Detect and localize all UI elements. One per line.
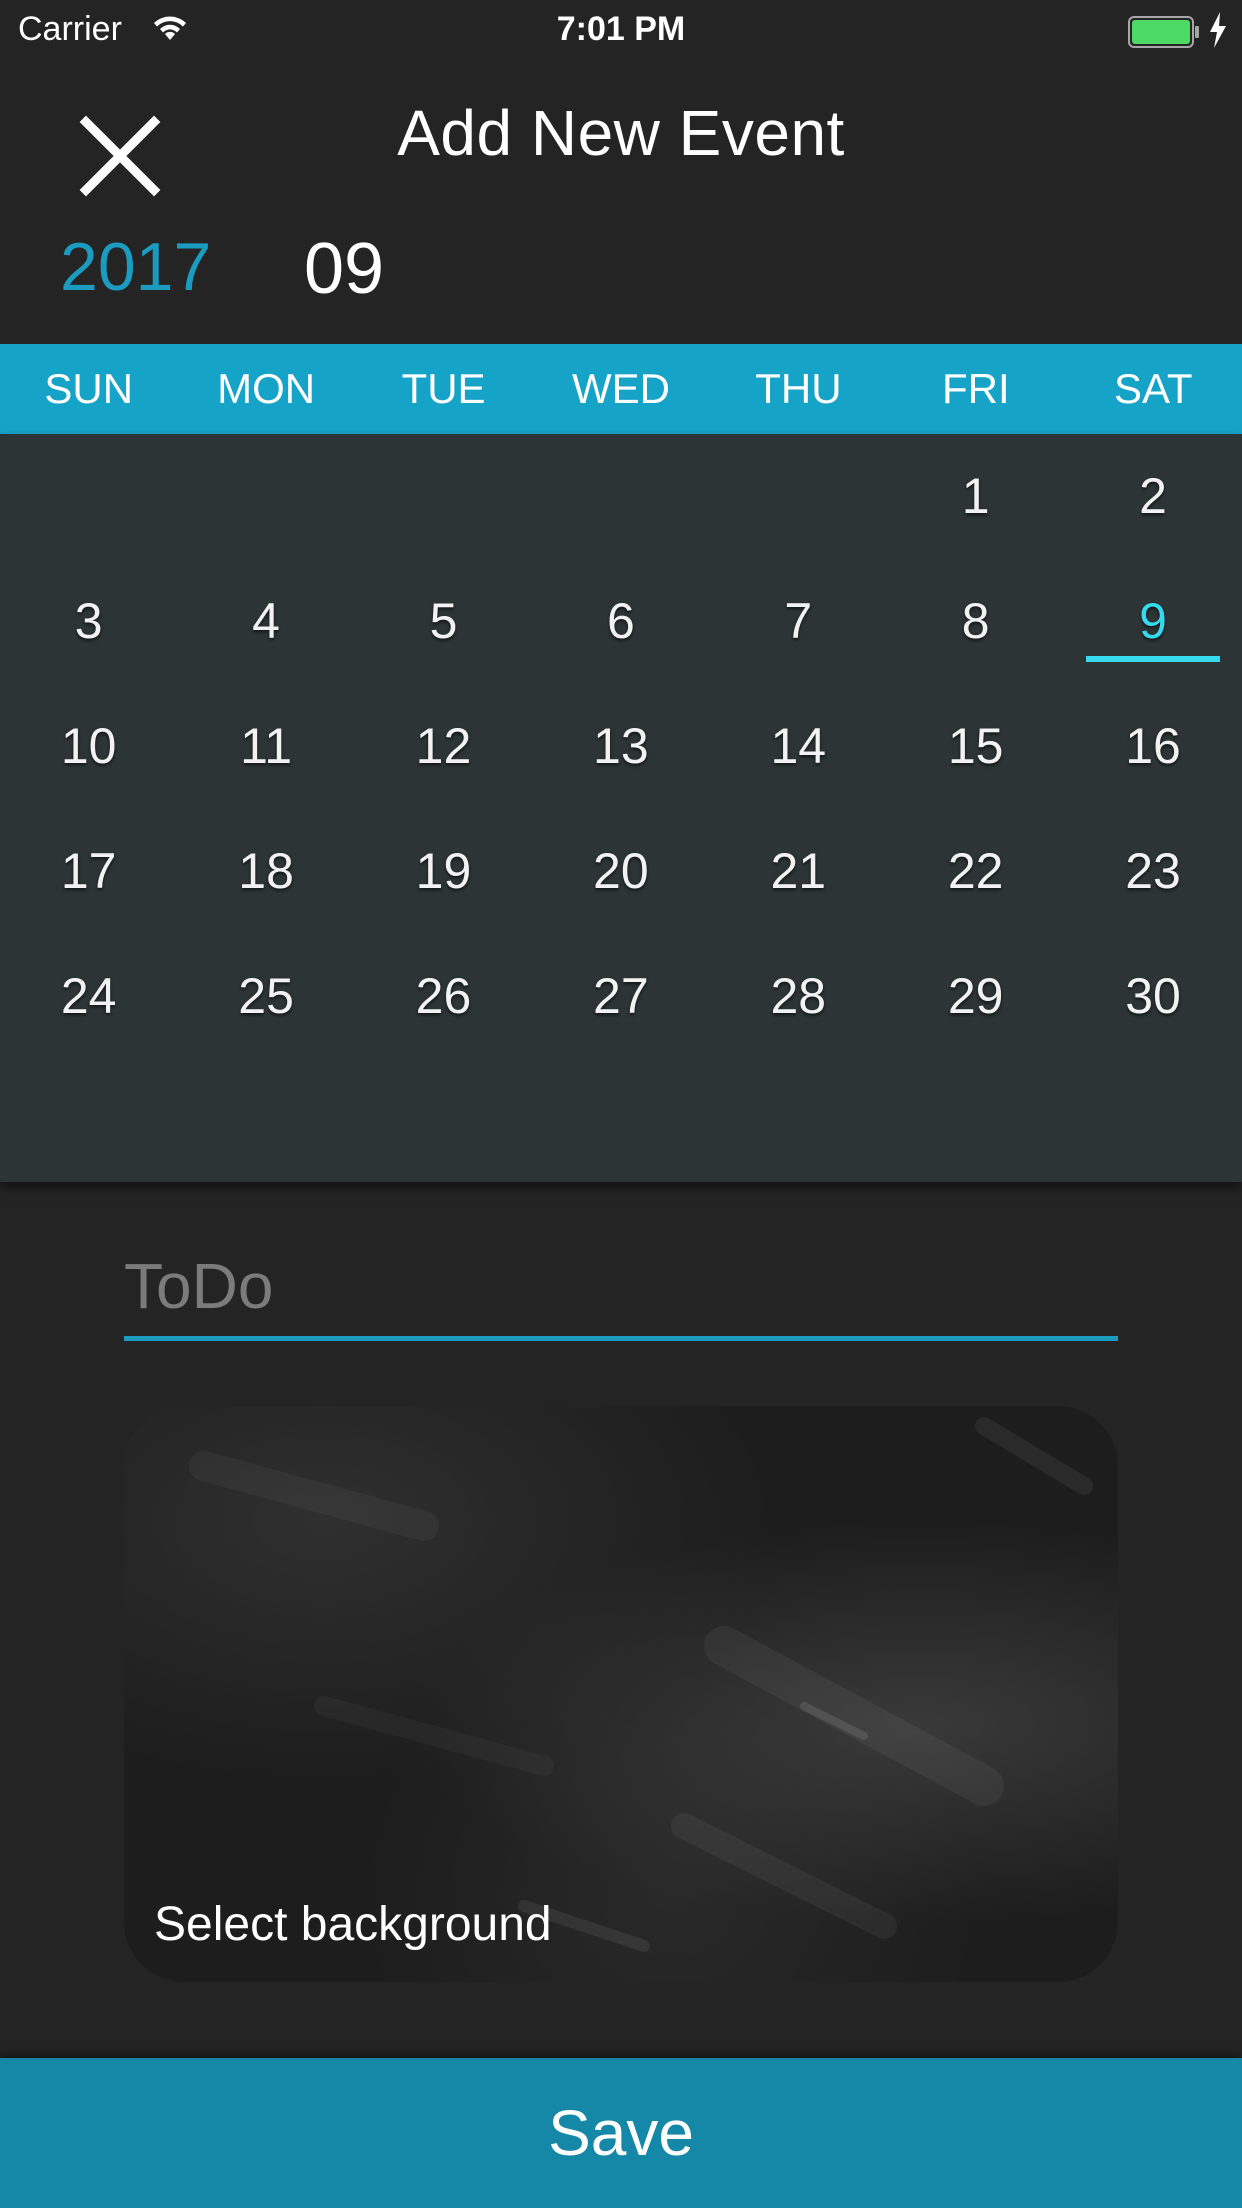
todo-field bbox=[124, 1240, 1118, 1341]
selected-day-underline bbox=[1086, 656, 1220, 662]
day-cell-empty bbox=[177, 434, 354, 559]
day-cell-empty bbox=[0, 434, 177, 559]
month-selector[interactable]: 09 bbox=[304, 228, 384, 310]
weekday-sat: SAT bbox=[1113, 365, 1193, 412]
week-row-3: 10 11 12 13 14 15 16 bbox=[0, 684, 1242, 809]
day-cell-30[interactable]: 30 bbox=[1064, 934, 1241, 1059]
day-cell-5[interactable]: 5 bbox=[355, 559, 532, 684]
week-row-5: 24 25 26 27 28 29 30 bbox=[0, 934, 1242, 1059]
status-bar: Carrier 7:01 PM bbox=[0, 0, 1242, 62]
select-background-card[interactable]: Select background bbox=[124, 1406, 1118, 1982]
day-cell-17[interactable]: 17 bbox=[0, 809, 177, 934]
chalkboard-texture-image bbox=[189, 1417, 1093, 1952]
week-row-4: 17 18 19 20 21 22 23 bbox=[0, 809, 1242, 934]
day-cell-empty bbox=[355, 434, 532, 559]
day-cell-22[interactable]: 22 bbox=[887, 809, 1064, 934]
weekday-thu: THU bbox=[755, 365, 842, 412]
day-cell-9-selected[interactable]: 9 bbox=[1064, 559, 1241, 684]
weekday-header: SUN MON TUE WED THU FRI SAT bbox=[0, 344, 1242, 434]
day-cell-11[interactable]: 11 bbox=[177, 684, 354, 809]
battery-icon bbox=[1128, 16, 1200, 53]
year-selector[interactable]: 2017 bbox=[60, 228, 211, 306]
day-cell-24[interactable]: 24 bbox=[0, 934, 177, 1059]
weekday-fri: FRI bbox=[941, 365, 1010, 412]
select-background-label: Select background bbox=[154, 1898, 552, 1951]
day-cell-23[interactable]: 23 bbox=[1064, 809, 1241, 934]
day-cell-28[interactable]: 28 bbox=[710, 934, 887, 1059]
selected-day-number: 9 bbox=[1139, 593, 1167, 649]
page-title: Add New Event bbox=[397, 97, 845, 169]
day-cell-16[interactable]: 16 bbox=[1064, 684, 1241, 809]
day-cell-4[interactable]: 4 bbox=[177, 559, 354, 684]
weekday-mon: MON bbox=[217, 365, 316, 412]
day-cell-empty bbox=[532, 434, 709, 559]
charging-bolt-icon bbox=[1208, 12, 1228, 53]
weekday-tue: TUE bbox=[401, 365, 486, 412]
day-cell-15[interactable]: 15 bbox=[887, 684, 1064, 809]
week-row-1: 1 2 bbox=[0, 434, 1242, 559]
day-cell-14[interactable]: 14 bbox=[710, 684, 887, 809]
day-cell-1[interactable]: 1 bbox=[887, 434, 1064, 559]
day-cell-26[interactable]: 26 bbox=[355, 934, 532, 1059]
calendar-grid: 1 2 3 4 5 6 7 8 9 10 11 12 13 14 15 16 1… bbox=[0, 434, 1242, 1182]
day-cell-20[interactable]: 20 bbox=[532, 809, 709, 934]
day-cell-27[interactable]: 27 bbox=[532, 934, 709, 1059]
day-cell-12[interactable]: 12 bbox=[355, 684, 532, 809]
day-cell-8[interactable]: 8 bbox=[887, 559, 1064, 684]
day-cell-19[interactable]: 19 bbox=[355, 809, 532, 934]
status-time: 7:01 PM bbox=[556, 10, 686, 48]
save-button[interactable]: Save bbox=[0, 2058, 1242, 2208]
day-cell-21[interactable]: 21 bbox=[710, 809, 887, 934]
weekday-sun: SUN bbox=[44, 365, 134, 412]
week-row-2: 3 4 5 6 7 8 9 bbox=[0, 559, 1242, 684]
day-cell-29[interactable]: 29 bbox=[887, 934, 1064, 1059]
day-cell-18[interactable]: 18 bbox=[177, 809, 354, 934]
day-cell-7[interactable]: 7 bbox=[710, 559, 887, 684]
day-cell-6[interactable]: 6 bbox=[532, 559, 709, 684]
day-cell-2[interactable]: 2 bbox=[1064, 434, 1241, 559]
day-cell-13[interactable]: 13 bbox=[532, 684, 709, 809]
day-cell-3[interactable]: 3 bbox=[0, 559, 177, 684]
day-cell-10[interactable]: 10 bbox=[0, 684, 177, 809]
weekday-wed: WED bbox=[571, 365, 670, 412]
todo-input[interactable] bbox=[124, 1240, 1118, 1332]
day-cell-25[interactable]: 25 bbox=[177, 934, 354, 1059]
day-cell-empty bbox=[710, 434, 887, 559]
